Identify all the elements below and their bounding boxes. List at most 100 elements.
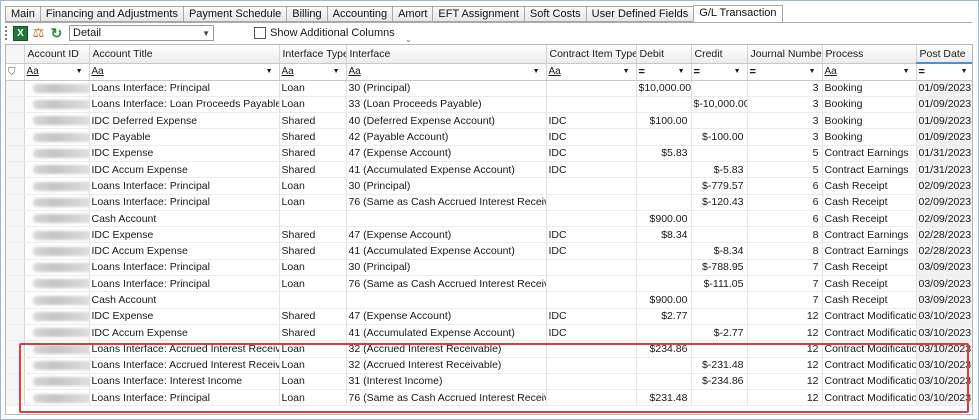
cell-interface[interactable]: 30 (Principal) (346, 80, 547, 97)
table-row[interactable]: Loans Interface: Accrued Interest Receiv… (6, 340, 972, 358)
cell-account-id[interactable] (24, 324, 90, 342)
cell-debit[interactable] (636, 275, 692, 293)
show-additional-columns[interactable]: Show Additional Columns (254, 27, 395, 39)
expand-chevron-icon[interactable]: ⌄ (405, 35, 412, 44)
cell-interface[interactable]: 47 (Expense Account) (346, 226, 547, 244)
cell-interface[interactable]: 41 (Accumulated Expense Account) (346, 324, 547, 342)
cell-debit[interactable] (636, 194, 692, 211)
cell-account-id[interactable] (24, 275, 90, 293)
col-header-contract-item-type[interactable]: Contract Item Type (546, 45, 637, 64)
cell-contract-item-type[interactable] (546, 373, 637, 391)
cell-post-date[interactable]: 03/10/2023 (916, 340, 972, 358)
table-row[interactable]: IDC Payable Shared 42 (Payable Account) IDC… (6, 128, 972, 146)
cell-process[interactable]: Booking (822, 96, 917, 114)
cell-contract-item-type[interactable] (546, 210, 637, 228)
filter-account-id[interactable]: Aa ▼ (24, 63, 90, 81)
col-header-interface[interactable]: Interface (346, 45, 547, 64)
tab-eft-assignment[interactable]: EFT Assignment (432, 6, 524, 22)
cell-debit[interactable] (636, 373, 692, 391)
cell-account-title[interactable]: IDC Accum Expense (89, 242, 280, 260)
table-row[interactable]: IDC Expense Shared 47 (Expense Account) IDC… (6, 308, 972, 325)
cell-journal-number[interactable]: 7 (747, 275, 823, 293)
cell-debit[interactable]: $2.77 (636, 308, 692, 325)
cell-account-id[interactable] (24, 96, 90, 114)
cell-credit[interactable] (691, 145, 748, 162)
cell-process[interactable]: Contract Modification (822, 357, 917, 374)
cell-contract-item-type[interactable] (546, 259, 637, 277)
cell-account-title[interactable]: IDC Payable (89, 128, 280, 146)
cell-account-title[interactable]: IDC Expense (89, 308, 280, 325)
cell-process[interactable]: Booking (822, 112, 917, 130)
row-indicator[interactable] (6, 308, 25, 325)
row-indicator[interactable] (6, 389, 25, 407)
row-indicator[interactable] (6, 242, 25, 260)
cell-journal-number[interactable]: 7 (747, 259, 823, 277)
table-row[interactable]: Loans Interface: Principal Loan 30 (Princi… (6, 259, 972, 277)
table-row[interactable]: IDC Accum Expense Shared 41 (Accumulated E… (6, 242, 972, 260)
row-indicator[interactable] (6, 145, 25, 162)
cell-account-id[interactable] (24, 340, 90, 358)
cell-account-title[interactable]: Loans Interface: Accrued Interest Receiv… (89, 357, 280, 374)
cell-interface-type[interactable]: Loan (279, 357, 347, 374)
table-row[interactable]: Loans Interface: Principal Loan 30 (Princi… (6, 177, 972, 195)
cell-post-date[interactable]: 01/09/2023 (916, 112, 972, 130)
cell-account-title[interactable]: IDC Accum Expense (89, 161, 280, 179)
cell-process[interactable]: Contract Earnings (822, 242, 917, 260)
table-row[interactable]: Loans Interface: Principal Loan 76 (Same a… (6, 389, 972, 407)
cell-credit[interactable]: $-120.43 (691, 194, 748, 211)
cell-interface-type[interactable]: Loan (279, 96, 347, 114)
cell-interface[interactable]: 41 (Accumulated Expense Account) (346, 161, 547, 179)
cell-debit[interactable] (636, 128, 692, 146)
cell-journal-number[interactable]: 7 (747, 291, 823, 309)
cell-debit[interactable] (636, 161, 692, 179)
cell-process[interactable]: Contract Modification (822, 308, 917, 325)
cell-account-title[interactable]: Loans Interface: Principal (89, 259, 280, 277)
cell-journal-number[interactable]: 5 (747, 145, 823, 162)
cell-credit[interactable]: $-2.77 (691, 324, 748, 342)
filter-interface-type[interactable]: Aa ▼ (279, 63, 347, 81)
cell-post-date[interactable]: 01/09/2023 (916, 128, 972, 146)
cell-debit[interactable]: $900.00 (636, 210, 692, 228)
row-indicator[interactable] (6, 357, 25, 374)
filter-credit[interactable]: = ▼ (691, 63, 748, 81)
row-indicator[interactable] (6, 275, 25, 293)
cell-account-title[interactable]: Loans Interface: Principal (89, 194, 280, 211)
cell-debit[interactable]: $900.00 (636, 291, 692, 309)
cell-account-title[interactable]: IDC Expense (89, 145, 280, 162)
cell-account-id[interactable] (24, 112, 90, 130)
cell-journal-number[interactable]: 3 (747, 80, 823, 97)
cell-interface[interactable]: 47 (Expense Account) (346, 145, 547, 162)
cell-post-date[interactable]: 02/28/2023 (916, 242, 972, 260)
cell-process[interactable]: Contract Earnings (822, 161, 917, 179)
row-indicator[interactable] (6, 80, 25, 97)
cell-credit[interactable] (691, 340, 748, 358)
cell-interface[interactable]: 76 (Same as Cash Accrued Interest Receiv… (346, 275, 547, 293)
show-additional-columns-checkbox[interactable] (254, 27, 266, 39)
cell-account-id[interactable] (24, 259, 90, 277)
cell-account-title[interactable]: Loans Interface: Principal (89, 275, 280, 293)
table-row[interactable]: IDC Accum Expense Shared 41 (Accumulated E… (6, 324, 972, 342)
filter-process[interactable]: Aa ▼ (822, 63, 917, 81)
cell-contract-item-type[interactable]: IDC (546, 145, 637, 162)
cell-journal-number[interactable]: 6 (747, 194, 823, 211)
cell-credit[interactable]: $-788.95 (691, 259, 748, 277)
cell-process[interactable]: Booking (822, 128, 917, 146)
filter-post-date[interactable]: = ▼ (916, 63, 972, 81)
cell-credit[interactable] (691, 80, 748, 97)
cell-debit[interactable]: $231.48 (636, 389, 692, 407)
cell-contract-item-type[interactable]: IDC (546, 226, 637, 244)
row-indicator[interactable] (6, 194, 25, 211)
col-header-account-title[interactable]: Account Title (89, 45, 280, 64)
filter-interface[interactable]: Aa ▼ (346, 63, 547, 81)
cell-post-date[interactable]: 03/10/2023 (916, 389, 972, 407)
filter-contract-item-type[interactable]: Aa ▼ (546, 63, 637, 81)
cell-contract-item-type[interactable]: IDC (546, 324, 637, 342)
cell-post-date[interactable]: 03/09/2023 (916, 275, 972, 293)
cell-interface-type[interactable]: Loan (279, 194, 347, 211)
col-header-debit[interactable]: Debit (636, 45, 692, 64)
cell-account-id[interactable] (24, 308, 90, 325)
filter-journal-number[interactable]: = ▼ (747, 63, 823, 81)
cell-credit[interactable] (691, 112, 748, 130)
cell-post-date[interactable]: 01/31/2023 (916, 145, 972, 162)
cell-post-date[interactable]: 03/09/2023 (916, 291, 972, 309)
